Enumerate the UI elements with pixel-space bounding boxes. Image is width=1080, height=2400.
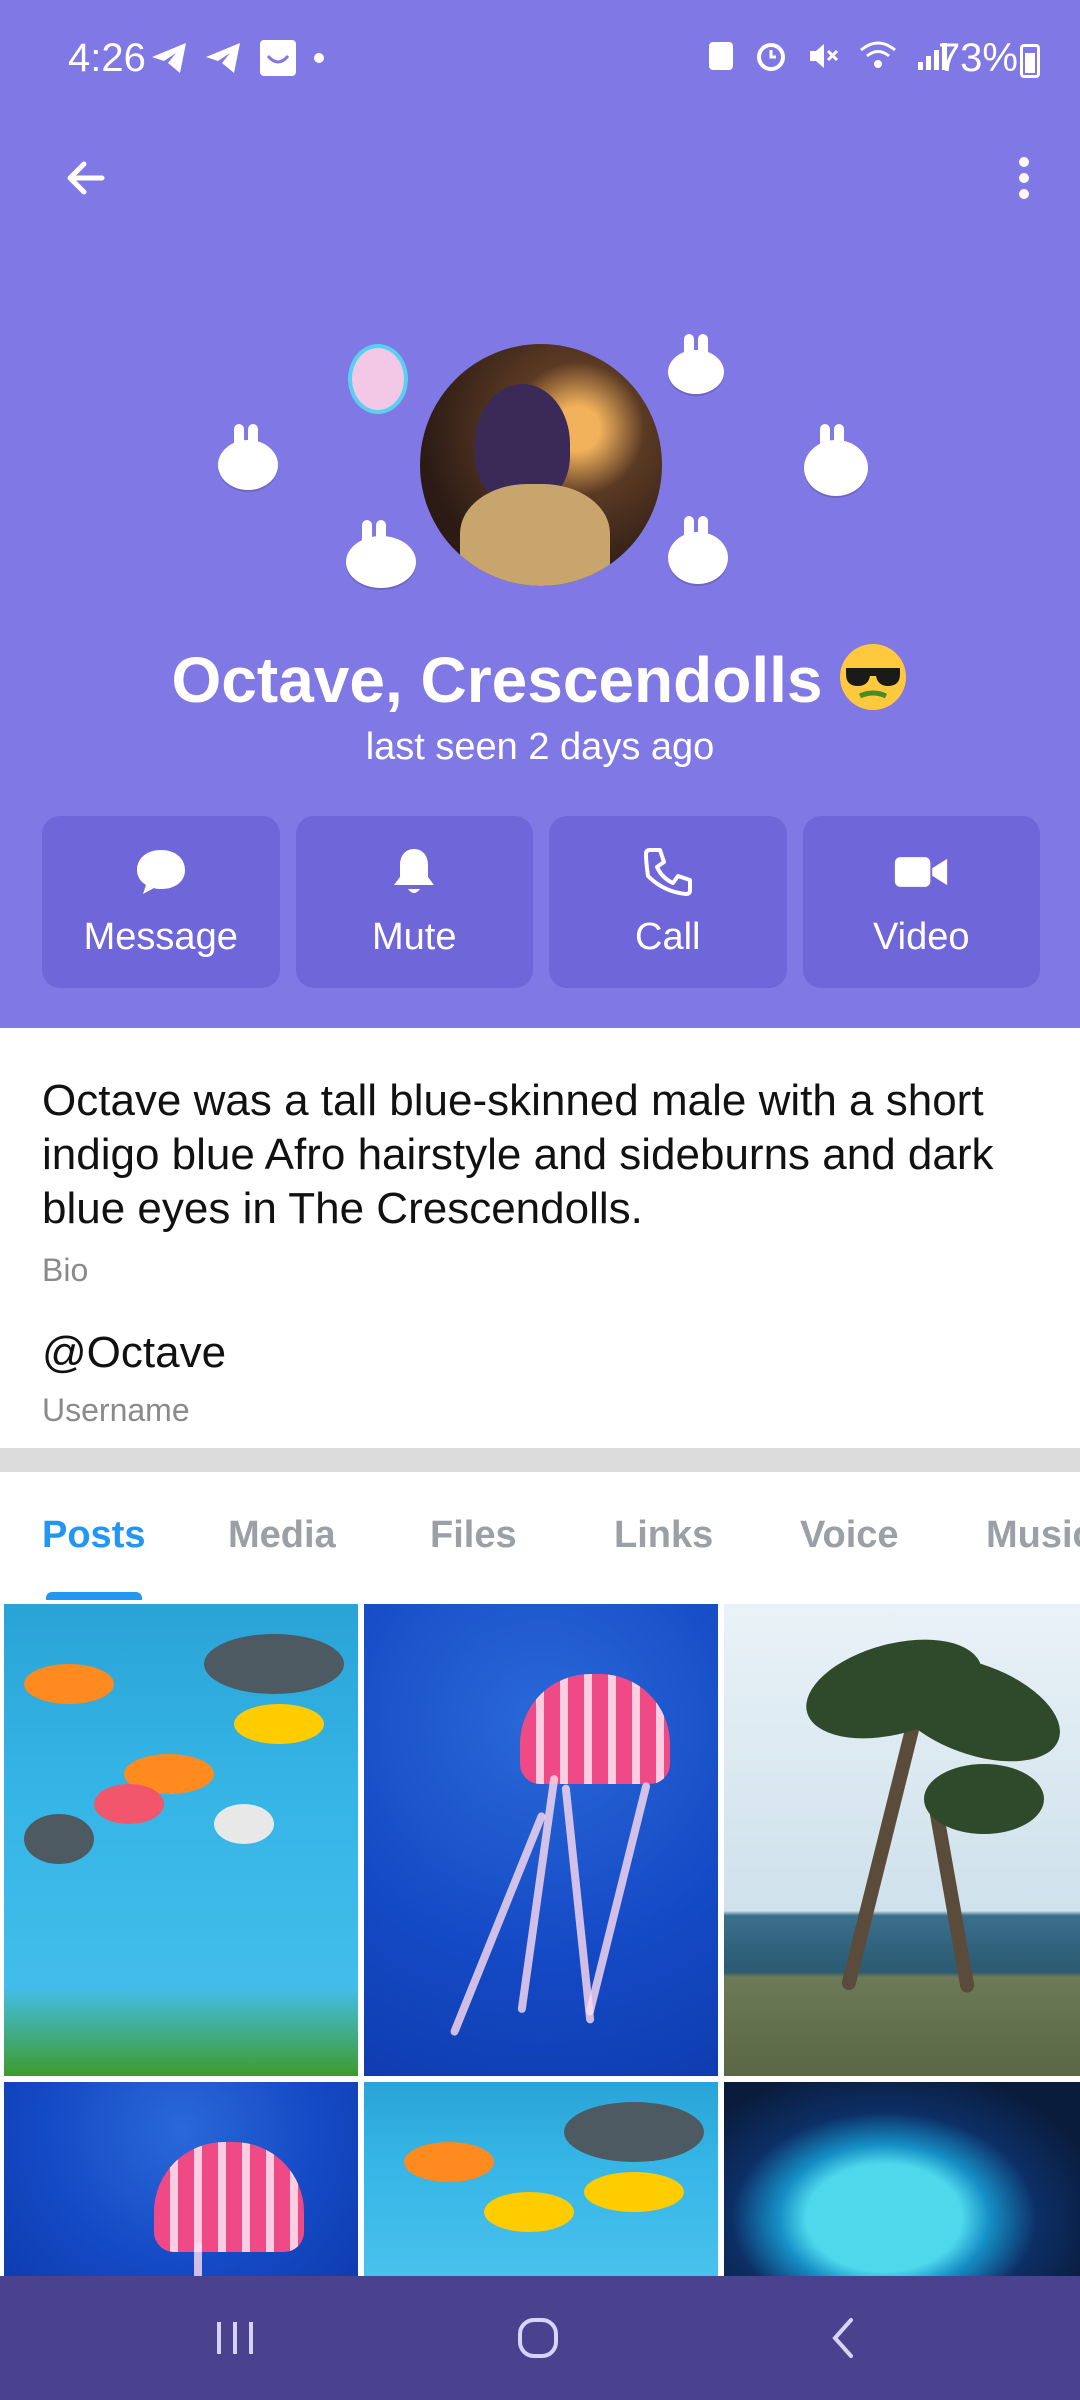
tab-files[interactable]: Files <box>430 1514 517 1557</box>
sunglasses-emoji-icon <box>840 644 907 710</box>
profile-avatar[interactable] <box>420 344 662 586</box>
message-label: Message <box>83 916 238 958</box>
tab-links[interactable]: Links <box>614 1514 713 1557</box>
video-label: Video <box>872 916 970 958</box>
telegram-icon <box>206 43 240 73</box>
more-vertical-icon <box>1019 157 1029 199</box>
chat-bubble-icon <box>136 850 185 894</box>
bio-label: Bio <box>42 1252 89 1288</box>
media-thumbnail[interactable] <box>724 2082 1080 2276</box>
bio-text: Octave was a tall blue-skinned male with… <box>42 1076 994 1233</box>
bunny-sticker <box>218 424 278 490</box>
tab-media[interactable]: Media <box>228 1514 336 1557</box>
profile-info: Octave was a tall blue-skinned male with… <box>0 1028 1080 1448</box>
home-icon <box>518 2318 558 2358</box>
video-button[interactable]: Video <box>802 816 1040 988</box>
bell-icon-wrap <box>386 844 442 900</box>
bell-icon <box>394 849 435 893</box>
video-camera-icon <box>895 857 948 887</box>
call-label: Call <box>635 916 701 958</box>
arrow-left-icon <box>67 161 105 195</box>
phone-icon <box>643 848 692 896</box>
action-buttons: Message Mute Call Video <box>42 816 1040 988</box>
call-button[interactable]: Call <box>549 816 787 988</box>
chat-bubble-icon-wrap <box>133 844 189 900</box>
media-tabs: Posts Media Files Links Voice Music <box>0 1472 1080 1604</box>
profile-name: Octave, Crescendolls <box>0 642 1080 717</box>
nav-back-button[interactable] <box>812 2316 872 2360</box>
bunny-sticker <box>668 334 724 394</box>
username-value[interactable]: @Octave <box>42 1328 226 1378</box>
mute-icon <box>810 44 839 68</box>
tab-music[interactable]: Music <box>986 1514 1080 1557</box>
bunny-sticker <box>804 424 868 496</box>
alarm-icon <box>757 43 785 71</box>
media-grid <box>0 1604 1080 2276</box>
message-button[interactable]: Message <box>42 816 280 988</box>
mute-label: Mute <box>372 916 457 958</box>
status-bar: 4:26 73% <box>0 0 1080 120</box>
battery-icon <box>1020 44 1040 78</box>
recent-apps-icon <box>217 2322 253 2354</box>
telegram-icon <box>152 43 186 73</box>
status-left-icons <box>150 38 326 78</box>
media-thumbnail[interactable] <box>724 1604 1080 2076</box>
system-nav-bar <box>0 2276 1080 2400</box>
status-time: 4:26 <box>68 36 146 80</box>
back-button[interactable] <box>46 138 126 218</box>
more-options-button[interactable] <box>984 138 1064 218</box>
media-thumbnail[interactable] <box>4 1604 358 2076</box>
last-seen-status: last seen 2 days ago <box>365 726 715 768</box>
video-camera-icon-wrap <box>893 844 949 900</box>
bunny-sticker <box>346 520 416 588</box>
username-label: Username <box>42 1392 190 1428</box>
dot-icon <box>314 53 324 63</box>
back-icon <box>832 2318 853 2358</box>
app-icon <box>260 40 296 76</box>
tab-posts[interactable]: Posts <box>42 1514 145 1557</box>
media-thumbnail[interactable] <box>364 1604 718 2076</box>
media-thumbnail[interactable] <box>364 2082 718 2276</box>
profile-header: 4:26 73% Octave, Crescendolls last seen … <box>0 0 1080 1028</box>
easter-egg-sticker <box>348 344 408 414</box>
media-thumbnail[interactable] <box>4 2082 358 2276</box>
home-button[interactable] <box>508 2316 568 2360</box>
recycle-icon <box>709 42 733 70</box>
tab-voice[interactable]: Voice <box>800 1514 899 1557</box>
wifi-icon <box>860 41 896 68</box>
profile-name-text: Octave, Crescendolls <box>171 644 823 716</box>
phone-icon-wrap <box>640 844 696 900</box>
mute-button[interactable]: Mute <box>295 816 533 988</box>
section-divider <box>0 1448 1080 1472</box>
recent-apps-button[interactable] <box>205 2316 265 2360</box>
status-battery: 73% <box>937 36 1018 80</box>
status-right-icons <box>706 38 950 74</box>
active-tab-indicator <box>46 1592 142 1600</box>
bunny-sticker <box>668 516 728 584</box>
